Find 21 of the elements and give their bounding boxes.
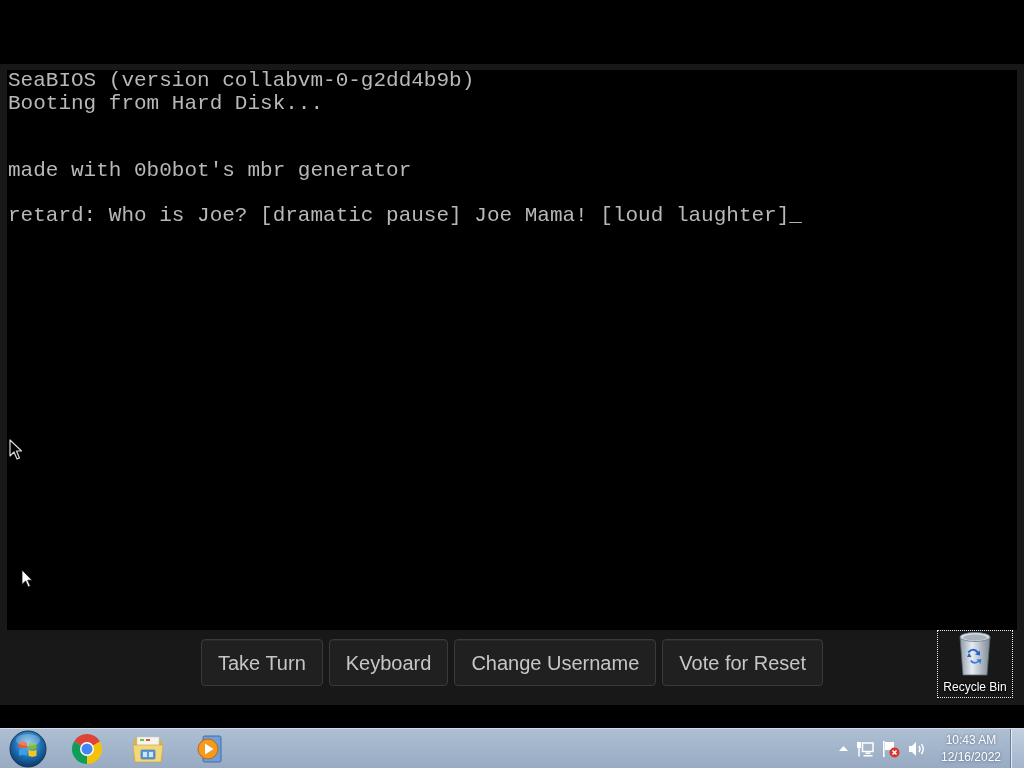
vm-action-button[interactable]: Keyboard bbox=[328, 639, 449, 686]
trash-can-icon bbox=[957, 631, 993, 677]
vm-action-button[interactable]: Vote for Reset bbox=[662, 639, 824, 686]
show-desktop-button[interactable] bbox=[1010, 729, 1024, 768]
console-line: retard: Who is Joe? [dramatic pause] Joe Mama! [loud laughter]_ bbox=[8, 205, 802, 228]
speaker-icon[interactable] bbox=[908, 740, 926, 757]
caret-up-icon[interactable] bbox=[839, 746, 848, 751]
vm-action-button[interactable]: Take Turn bbox=[200, 639, 323, 686]
start-orb-icon[interactable] bbox=[9, 729, 47, 768]
browser-icon[interactable] bbox=[70, 732, 103, 765]
console-line: Booting from Hard Disk... bbox=[8, 92, 324, 115]
mouse-pointer-icon bbox=[21, 569, 33, 588]
desktop-icon[interactable]: Recycle Bin bbox=[937, 630, 1013, 698]
folder-icon[interactable] bbox=[131, 733, 164, 764]
desktop-icon-label: Recycle Bin bbox=[943, 680, 1007, 694]
console-line: SeaBIOS (version collabvm-0-g2dd4b9b) bbox=[8, 70, 475, 93]
network-icon[interactable] bbox=[856, 740, 874, 757]
console-line: made with 0b0bot's mbr generator bbox=[8, 160, 412, 183]
play-icon[interactable] bbox=[194, 733, 223, 764]
flag-icon[interactable] bbox=[882, 739, 900, 758]
vm-action-button[interactable]: Change Username bbox=[454, 639, 657, 686]
